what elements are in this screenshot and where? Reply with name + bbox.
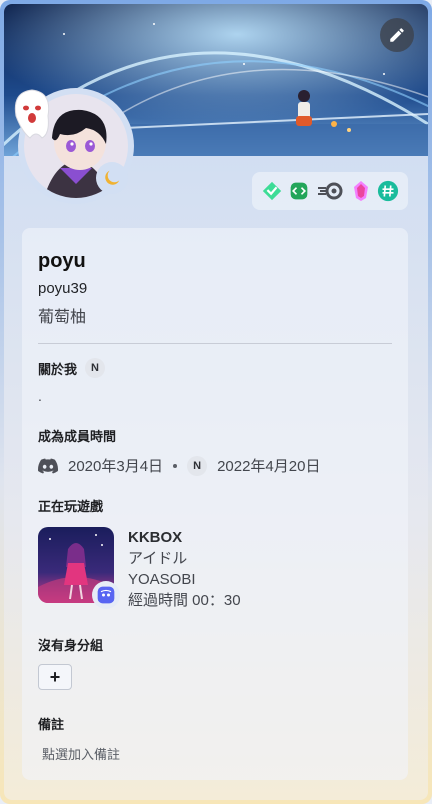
roles-heading: 沒有身分組 (38, 635, 392, 654)
member-since-row: 2020年3月4日 N 2022年4月20日 (38, 455, 392, 476)
crystal-boost-icon (353, 181, 368, 201)
status-indicator (96, 162, 128, 194)
hashtag-icon (378, 180, 399, 202)
activity-small-image (92, 581, 120, 609)
profile-card-inner: poyu poyu39 葡萄柚 關於我 N . 成為成員時間 2020年3月4日… (4, 4, 428, 800)
username[interactable]: poyu39 (38, 280, 392, 297)
active-developer-badge[interactable] (288, 180, 310, 202)
server-icon: N (187, 455, 208, 476)
user-profile-popout: poyu poyu39 葡萄柚 關於我 N . 成為成員時間 2020年3月4日… (0, 0, 432, 804)
idle-moon-icon (105, 170, 120, 185)
note-input[interactable] (38, 747, 378, 762)
roles-title: 沒有身分組 (38, 638, 104, 653)
hypesquad-balance-icon (262, 181, 281, 201)
add-role-button[interactable]: + (38, 664, 72, 690)
discord-logo-icon (38, 458, 58, 473)
active-developer-icon (291, 182, 308, 200)
about-me-text: . (38, 388, 42, 404)
about-me-title: 關於我 (38, 361, 78, 377)
discord-join-date: 2020年3月4日 (68, 458, 164, 475)
server-profile-tag: N (85, 358, 106, 378)
note-title: 備註 (38, 717, 65, 732)
activity-title: 正在玩遊戲 (38, 499, 104, 514)
activity-song: アイドル (128, 550, 188, 567)
note-heading: 備註 (38, 714, 392, 733)
profile-info-panel: poyu poyu39 葡萄柚 關於我 N . 成為成員時間 2020年3月4日… (22, 228, 408, 780)
hypesquad-balance-badge[interactable] (261, 180, 283, 202)
about-me-heading: 關於我 N (38, 358, 392, 378)
member-since-heading: 成為成員時間 (38, 426, 392, 445)
activity-elapsed-time: 經過時間 00：30 (128, 592, 241, 609)
nitro-boost-badge[interactable] (316, 180, 344, 202)
display-name: poyu (38, 250, 86, 272)
server-join-date: 2022年4月20日 (217, 458, 321, 475)
activity-artist: YOASOBI (128, 571, 196, 588)
profile-badges (252, 172, 408, 210)
legacy-username-badge[interactable] (377, 180, 399, 202)
ghost-decoration-icon (14, 89, 50, 139)
activity-heading: 正在玩遊戲 (38, 496, 392, 515)
activity-card[interactable]: KKBOX アイドル YOASOBI 經過時間 00：30 (38, 527, 392, 611)
separator-dot (173, 463, 178, 468)
pronouns: 葡萄柚 (38, 309, 87, 326)
nitro-boost-icon (317, 182, 343, 200)
activity-details: KKBOX アイドル YOASOBI 經過時間 00：30 (128, 527, 241, 611)
activity-name: KKBOX (128, 529, 183, 546)
crystal-boost-badge[interactable] (350, 180, 372, 202)
pencil-icon (390, 28, 404, 42)
member-since-title: 成為成員時間 (38, 429, 117, 444)
edit-profile-button[interactable] (380, 18, 414, 52)
activity-large-image (38, 527, 120, 609)
discord-app-icon (97, 586, 115, 604)
divider (38, 343, 392, 344)
